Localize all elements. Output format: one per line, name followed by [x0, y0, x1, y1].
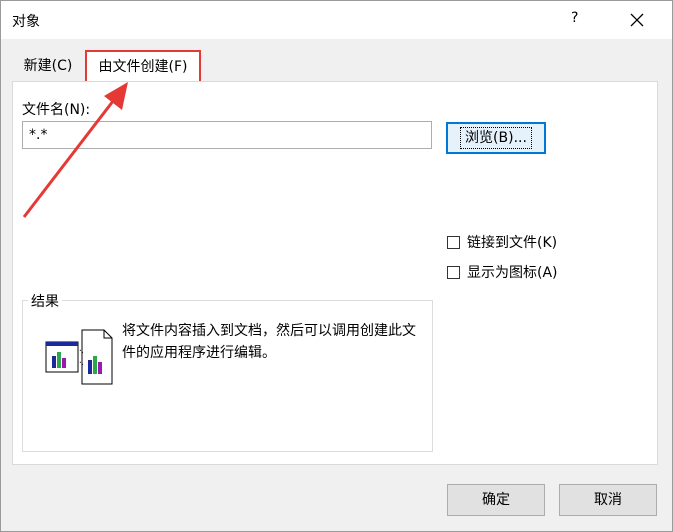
tab-create-from-file[interactable]: 由文件创建(F) — [85, 50, 201, 83]
ok-button[interactable]: 确定 — [447, 484, 545, 516]
embed-object-icon — [45, 329, 113, 385]
checkbox-box[interactable] — [447, 235, 460, 249]
link-to-file-label: 链接到文件(K) — [467, 235, 558, 251]
cancel-button[interactable]: 取消 — [559, 484, 657, 516]
browse-button[interactable]: 浏览(B)... — [446, 122, 546, 154]
browse-button-label: 浏览(B)... — [460, 127, 532, 149]
close-icon[interactable] — [627, 10, 647, 30]
title-bar: 对象 ? — [1, 1, 672, 39]
link-to-file-checkbox[interactable]: 链接到文件(K) — [447, 232, 557, 252]
help-button[interactable]: ? — [571, 10, 578, 26]
display-as-icon-label: 显示为图标(A) — [467, 265, 558, 281]
display-as-icon-checkbox[interactable]: 显示为图标(A) — [447, 262, 558, 282]
tab-create-new[interactable]: 新建(C) — [14, 50, 82, 82]
checkbox-box[interactable] — [447, 265, 460, 279]
result-legend: 结果 — [28, 291, 62, 311]
filename-input[interactable] — [22, 121, 432, 149]
dialog-title: 对象 — [12, 14, 40, 30]
result-description: 将文件内容插入到文档，然后可以调用创建此文件的应用程序进行编辑。 — [122, 323, 416, 361]
filename-label: 文件名(N): — [22, 102, 91, 118]
tab-strip: 新建(C) 由文件创建(F) — [0, 50, 671, 83]
